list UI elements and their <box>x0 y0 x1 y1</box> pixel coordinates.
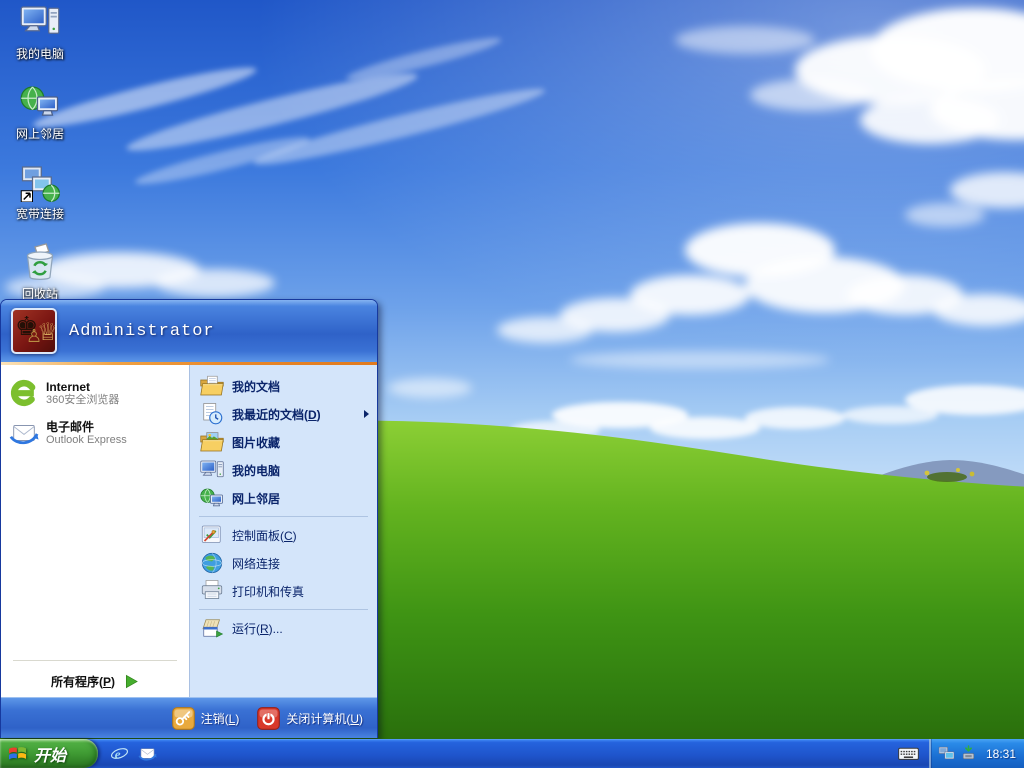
network-places-icon <box>200 486 224 510</box>
keyboard-icon <box>898 745 919 762</box>
submenu-arrow-icon <box>364 410 369 418</box>
outlook-express-icon <box>9 418 39 448</box>
my-pictures-icon <box>200 430 224 454</box>
divider <box>13 660 177 661</box>
recycle-bin-icon <box>20 242 60 282</box>
windows-xp-desktop: 我的电脑 网上邻居 宽带连接 回收站 ♚ ♕ ♙ Administrator I… <box>0 0 1024 768</box>
divider <box>199 609 368 610</box>
logoff-key-icon <box>172 707 195 730</box>
360-browser-icon <box>9 378 39 408</box>
menu-item-recent-documents[interactable]: 我最近的文档(D) <box>190 400 377 428</box>
menu-item-printers-faxes[interactable]: 打印机和传真 <box>190 577 377 605</box>
desktop-icon-broadband[interactable]: 宽带连接 <box>2 162 78 229</box>
taskbar-clock[interactable]: 18:31 <box>986 747 1016 761</box>
quick-launch-bar <box>110 744 157 763</box>
menu-item-internet-browser[interactable]: Internet 360安全浏览器 <box>1 373 189 413</box>
system-tray: 18:31 <box>929 739 1024 768</box>
shut-down-button[interactable]: 关闭计算机(U) <box>257 707 363 730</box>
menu-item-title: Internet <box>46 379 91 394</box>
network-status-icon[interactable] <box>938 745 955 762</box>
taskbar: 开始 18:31 <box>0 739 1024 768</box>
safely-remove-hardware-icon[interactable] <box>960 745 977 762</box>
desktop-icon-label: 宽带连接 <box>15 207 64 221</box>
menu-item-network-places[interactable]: 网上邻居 <box>190 484 377 512</box>
start-menu-header: ♚ ♕ ♙ Administrator <box>1 300 377 362</box>
green-arrow-icon <box>124 674 139 689</box>
desktop-icon-my-computer[interactable]: 我的电脑 <box>2 2 78 69</box>
network-connections-icon <box>200 551 224 575</box>
language-indicator[interactable] <box>895 745 921 762</box>
start-menu-panel: ♚ ♕ ♙ Administrator Internet 360安全浏览器 电子… <box>0 299 378 738</box>
my-computer-icon <box>200 458 224 482</box>
start-menu-footer: 注销(L) 关闭计算机(U) <box>1 697 377 738</box>
network-places-icon <box>20 82 60 122</box>
menu-item-network-connections[interactable]: 网络连接 <box>190 549 377 577</box>
menu-item-title: 电子邮件 <box>46 419 95 434</box>
internet-explorer-icon[interactable] <box>110 744 129 763</box>
start-button-label: 开始 <box>34 747 67 765</box>
menu-item-subtitle: Outlook Express <box>46 433 127 446</box>
printers-faxes-icon <box>200 579 224 603</box>
control-panel-icon <box>200 523 224 547</box>
menu-item-email[interactable]: 电子邮件 Outlook Express <box>1 413 189 453</box>
windows-flag-icon <box>7 743 28 764</box>
start-menu-places-column: 我的文档 我最近的文档(D) 图片收藏 我的电脑 网上邻居 控制面板(C) 网络… <box>189 365 377 697</box>
menu-item-my-documents[interactable]: 我的文档 <box>190 372 377 400</box>
recent-documents-icon <box>200 402 224 426</box>
desktop-icon-network-places[interactable]: 网上邻居 <box>2 82 78 149</box>
my-computer-icon <box>20 2 60 42</box>
menu-item-run[interactable]: 运行(R)... <box>190 614 377 642</box>
shutdown-power-icon <box>257 707 280 730</box>
all-programs-label: 所有程序(P) <box>50 674 115 689</box>
user-avatar: ♚ ♕ ♙ <box>11 308 57 354</box>
menu-item-my-pictures[interactable]: 图片收藏 <box>190 428 377 456</box>
menu-item-control-panel[interactable]: 控制面板(C) <box>190 521 377 549</box>
broadband-connection-icon <box>20 162 60 202</box>
log-off-button[interactable]: 注销(L) <box>172 707 239 730</box>
start-menu-pinned-column: Internet 360安全浏览器 电子邮件 Outlook Express 所… <box>1 365 189 697</box>
start-button[interactable]: 开始 <box>0 739 98 768</box>
user-name: Administrator <box>69 321 215 341</box>
desktop-icon-label: 我的电脑 <box>15 47 64 61</box>
all-programs-button[interactable]: 所有程序(P) <box>1 665 189 697</box>
desktop-icon-label: 网上邻居 <box>15 127 64 141</box>
divider <box>199 516 368 517</box>
menu-item-subtitle: 360安全浏览器 <box>46 393 120 406</box>
outlook-express-icon[interactable] <box>138 744 157 763</box>
desktop-icon-column: 我的电脑 网上邻居 宽带连接 回收站 <box>2 2 78 309</box>
menu-item-my-computer[interactable]: 我的电脑 <box>190 456 377 484</box>
my-documents-icon <box>200 374 224 398</box>
run-icon <box>200 616 224 640</box>
